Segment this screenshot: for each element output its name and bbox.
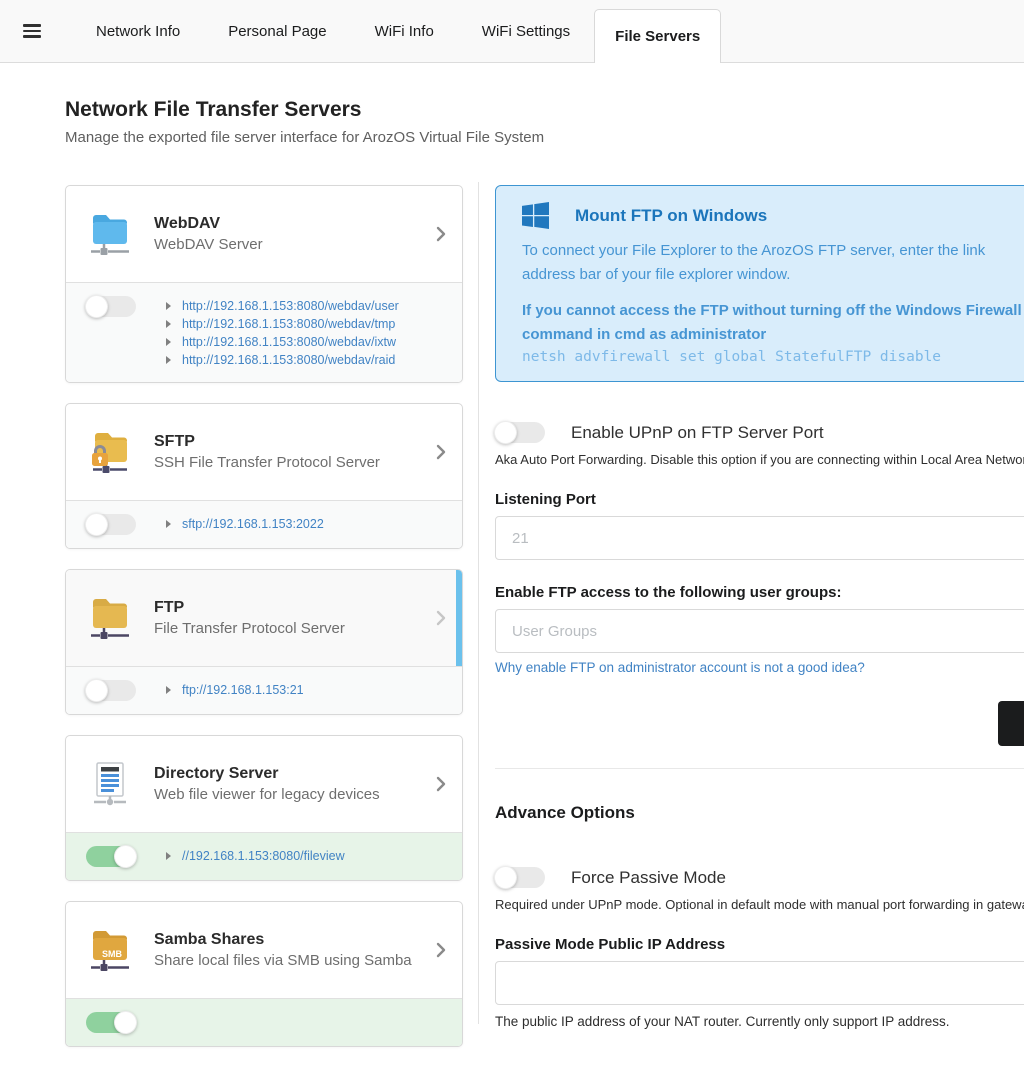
force-passive-label: Force Passive Mode xyxy=(571,868,726,888)
caret-icon xyxy=(166,320,171,328)
info-warning-line1: If you cannot access the FTP without tur… xyxy=(522,299,1024,323)
server-name: Directory Server xyxy=(154,765,380,783)
info-box-title: Mount FTP on Windows xyxy=(575,206,767,226)
force-passive-toggle[interactable] xyxy=(495,867,545,888)
force-passive-description: Required under UPnP mode. Optional in de… xyxy=(495,897,1024,912)
folder-lock-icon xyxy=(90,428,130,476)
page-subtitle: Manage the exported file server interfac… xyxy=(65,129,544,146)
chevron-right-icon xyxy=(436,226,446,242)
chevron-right-icon xyxy=(436,610,446,626)
tab-file-servers[interactable]: File Servers xyxy=(594,9,721,63)
info-intro-line2: address bar of your file explorer window… xyxy=(522,263,1024,287)
page-title: Network File Transfer Servers xyxy=(65,98,544,122)
server-card-webdav[interactable]: WebDAV WebDAV Server http://192.168.1.15… xyxy=(65,185,463,383)
caret-icon xyxy=(166,356,171,364)
directory-enable-toggle[interactable] xyxy=(86,846,136,867)
passive-ip-input[interactable] xyxy=(495,961,1024,1005)
caret-icon xyxy=(166,686,171,694)
caret-icon xyxy=(166,852,171,860)
server-link[interactable]: http://192.168.1.153:8080/webdav/user xyxy=(182,299,399,313)
update-button[interactable]: Update xyxy=(998,701,1024,746)
sftp-enable-toggle[interactable] xyxy=(86,514,136,535)
webdav-enable-toggle[interactable] xyxy=(86,296,136,317)
user-groups-input[interactable] xyxy=(495,609,1024,653)
user-groups-label: Enable FTP access to the following user … xyxy=(495,584,1024,601)
passive-ip-label: Passive Mode Public IP Address xyxy=(495,936,1024,953)
selected-indicator xyxy=(456,570,462,666)
server-link[interactable]: sftp://192.168.1.153:2022 xyxy=(182,517,324,531)
chevron-right-icon xyxy=(436,776,446,792)
svg-text:SMB: SMB xyxy=(102,949,123,959)
samba-enable-toggle[interactable] xyxy=(86,1012,136,1033)
admin-ftp-warning-link[interactable]: Why enable FTP on administrator account … xyxy=(495,660,865,675)
mount-ftp-info-box: Mount FTP on Windows To connect your Fil… xyxy=(495,185,1024,382)
server-name: FTP xyxy=(154,599,345,617)
section-divider xyxy=(495,768,1024,769)
windows-logo-icon xyxy=(522,202,549,229)
server-card-ftp[interactable]: FTP File Transfer Protocol Server ftp://… xyxy=(65,569,463,715)
folder-network-blue-icon xyxy=(90,210,130,258)
tab-personal-page[interactable]: Personal Page xyxy=(204,0,350,62)
chevron-right-icon xyxy=(436,444,446,460)
server-link[interactable]: //192.168.1.153:8080/fileview xyxy=(182,849,345,863)
server-link[interactable]: http://192.168.1.153:8080/webdav/ixtw xyxy=(182,335,396,349)
ftp-settings-panel: Mount FTP on Windows To connect your Fil… xyxy=(495,185,1024,1029)
tab-wifi-settings[interactable]: WiFi Settings xyxy=(458,0,594,62)
server-list: WebDAV WebDAV Server http://192.168.1.15… xyxy=(65,185,463,1067)
server-link[interactable]: http://192.168.1.153:8080/webdav/tmp xyxy=(182,317,395,331)
upnp-toggle-label: Enable UPnP on FTP Server Port xyxy=(571,423,824,443)
server-description: WebDAV Server xyxy=(154,236,263,253)
caret-icon xyxy=(166,302,171,310)
folder-smb-icon: SMB xyxy=(90,926,130,974)
server-description: SSH File Transfer Protocol Server xyxy=(154,454,380,471)
server-name: WebDAV xyxy=(154,215,263,233)
chevron-right-icon xyxy=(436,942,446,958)
tab-wifi-info[interactable]: WiFi Info xyxy=(351,0,458,62)
info-intro-line1: To connect your File Explorer to the Aro… xyxy=(522,239,1024,263)
folder-network-yellow-icon xyxy=(90,594,130,642)
menu-icon[interactable] xyxy=(23,21,41,41)
server-description: Share local files via SMB using Samba xyxy=(154,952,412,969)
upnp-description: Aka Auto Port Forwarding. Disable this o… xyxy=(495,452,1024,467)
advance-options-heading: Advance Options xyxy=(495,803,1024,823)
server-card-samba[interactable]: SMB Samba Shares Share local files via S… xyxy=(65,901,463,1047)
server-card-sftp[interactable]: SFTP SSH File Transfer Protocol Server s… xyxy=(65,403,463,549)
upnp-toggle[interactable] xyxy=(495,422,545,443)
nav-tabs: Network Info Personal Page WiFi Info WiF… xyxy=(72,0,721,62)
server-name: SFTP xyxy=(154,433,380,451)
listening-port-input[interactable] xyxy=(495,516,1024,560)
info-warning-line2: command in cmd as administrator xyxy=(522,323,1024,347)
column-divider xyxy=(478,182,479,1024)
ftp-enable-toggle[interactable] xyxy=(86,680,136,701)
passive-ip-description: The public IP address of your NAT router… xyxy=(495,1014,1024,1029)
server-card-directory[interactable]: Directory Server Web file viewer for leg… xyxy=(65,735,463,881)
server-description: Web file viewer for legacy devices xyxy=(154,786,380,803)
top-nav: Network Info Personal Page WiFi Info WiF… xyxy=(0,0,1024,63)
caret-icon xyxy=(166,338,171,346)
server-name: Samba Shares xyxy=(154,931,412,949)
firewall-command: netsh advfirewall set global StatefulFTP… xyxy=(522,349,1024,365)
tab-network-info[interactable]: Network Info xyxy=(72,0,204,62)
server-link[interactable]: ftp://192.168.1.153:21 xyxy=(182,683,304,697)
server-link[interactable]: http://192.168.1.153:8080/webdav/raid xyxy=(182,353,395,367)
caret-icon xyxy=(166,520,171,528)
server-description: File Transfer Protocol Server xyxy=(154,620,345,637)
listening-port-label: Listening Port xyxy=(495,491,1024,508)
directory-listing-icon xyxy=(90,760,130,808)
